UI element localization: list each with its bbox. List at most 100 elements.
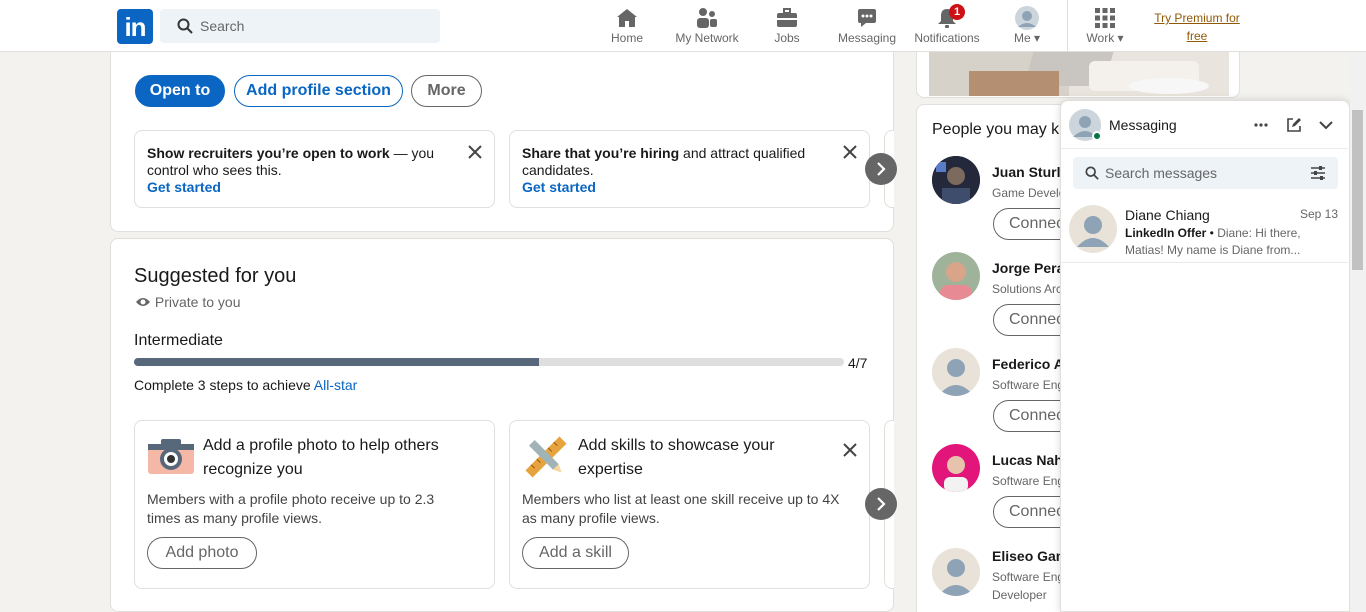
pymk-title-text: Software Eng <box>992 474 1065 488</box>
linkedin-logo[interactable]: in <box>117 9 153 44</box>
grid-icon <box>1095 8 1115 28</box>
hiring-text: Share that you’re hiring and attract qua… <box>522 145 822 196</box>
premium-line-1: Try Premium for <box>1154 11 1240 25</box>
more-options-icon[interactable] <box>1253 117 1269 133</box>
messaging-header[interactable]: Messaging <box>1061 101 1351 149</box>
avatar[interactable] <box>932 348 980 396</box>
profile-strength-fill <box>134 358 539 366</box>
close-icon[interactable] <box>467 144 483 160</box>
global-search[interactable] <box>160 9 440 43</box>
profile-strength-bar <box>134 358 844 366</box>
ruler-pencil-icon <box>525 436 567 478</box>
nav-me-label: Me <box>1013 31 1031 45</box>
chevron-right-icon <box>877 162 886 176</box>
skills-suggestion-title: Add skills to showcase your expertise <box>578 437 775 478</box>
nav-my-network[interactable]: My Network <box>667 0 747 52</box>
nav-notifications-label: Notifications <box>914 31 980 45</box>
close-icon[interactable] <box>842 144 858 160</box>
pymk-title-text: Software Eng <box>992 378 1065 392</box>
open-to-work-text: Show recruiters you’re open to work — yo… <box>147 145 447 196</box>
conversation-item[interactable]: Diane Chiang Sep 13 LinkedIn Offer • Dia… <box>1061 199 1351 263</box>
chevron-down-icon[interactable] <box>1318 117 1334 133</box>
add-photo-button[interactable]: Add photo <box>147 537 257 569</box>
pymk-name[interactable]: Jorge Peral <box>992 260 1068 276</box>
page-scrollbar[interactable] <box>1350 52 1366 612</box>
get-started-link[interactable]: Get started <box>522 179 596 195</box>
more-button[interactable]: More <box>411 75 482 107</box>
nav-jobs-label: Jobs <box>774 31 800 45</box>
level-label: Intermediate <box>134 332 223 349</box>
open-to-button[interactable]: Open to <box>135 75 225 107</box>
premium-line-2: free <box>1186 29 1208 43</box>
pymk-name[interactable]: Juan Sturla <box>992 164 1068 180</box>
privacy-label-wrap: Private to you <box>135 294 241 310</box>
nav-home[interactable]: Home <box>597 0 657 52</box>
suggestions-next-button[interactable] <box>865 488 897 520</box>
avatar[interactable] <box>932 156 980 204</box>
conversation-date: Sep 13 <box>1299 207 1338 221</box>
nav-work-label-wrap: Work ▾ <box>1078 31 1132 45</box>
nav-messaging[interactable]: Messaging <box>832 0 902 52</box>
nav-work-label: Work <box>1086 31 1115 45</box>
avatar[interactable] <box>932 548 980 596</box>
messaging-search-input[interactable] <box>1105 157 1305 189</box>
search-icon <box>177 18 193 34</box>
carousel-next-button[interactable] <box>865 153 897 185</box>
filter-icon[interactable] <box>1310 166 1326 180</box>
pymk-title-text: Game Develo <box>992 186 1066 200</box>
network-icon <box>697 8 717 28</box>
all-star-link[interactable]: All-star <box>314 377 358 393</box>
close-icon[interactable] <box>842 442 858 458</box>
messaging-search[interactable] <box>1073 157 1338 189</box>
notification-badge: 1 <box>949 4 965 20</box>
progress-label: 4/7 <box>848 355 868 371</box>
top-navbar: in Home My Network Jobs Messaging 1 Noti… <box>0 0 1366 52</box>
home-icon <box>617 9 637 27</box>
scrollbar-thumb[interactable] <box>1352 110 1363 270</box>
nav-my-network-label: My Network <box>675 31 739 45</box>
online-status-dot <box>1092 131 1102 141</box>
add-profile-section-button[interactable]: Add profile section <box>234 75 403 107</box>
add-skill-button[interactable]: Add a skill <box>522 537 629 569</box>
nav-jobs[interactable]: Jobs <box>757 0 817 52</box>
skills-suggestion-desc: Members who list at least one skill rece… <box>522 491 840 526</box>
photo-suggestion-desc: Members with a profile photo receive up … <box>147 491 435 526</box>
nav-work[interactable]: Work ▾ <box>1078 0 1132 52</box>
conversation-name: Diane Chiang <box>1125 207 1210 223</box>
avatar <box>1069 205 1117 253</box>
complete-steps-prefix: Complete 3 steps to achieve <box>134 377 314 393</box>
conversation-sender: LinkedIn Offer <box>1125 226 1207 240</box>
avatar[interactable] <box>932 252 980 300</box>
nav-notifications[interactable]: 1 Notifications <box>907 0 987 52</box>
open-to-work-card: Show recruiters you’re open to work — yo… <box>134 130 495 208</box>
pymk-name[interactable]: Eliseo Gam <box>992 548 1068 564</box>
privacy-label: Private to you <box>154 294 241 310</box>
nav-me-label-wrap: Me ▾ <box>1000 31 1054 45</box>
eye-icon <box>136 298 150 306</box>
avatar[interactable] <box>932 444 980 492</box>
suggestion-card-skills: Add skills to showcase your expertise Me… <box>509 420 870 589</box>
chevron-right-icon <box>877 497 886 511</box>
pymk-name[interactable]: Federico A <box>992 356 1064 372</box>
caret-down-icon: ▾ <box>1117 31 1124 45</box>
pymk-title-text: Software Eng <box>992 570 1065 584</box>
chat-icon <box>858 9 876 27</box>
pymk-title-text-2: Developer <box>992 588 1047 602</box>
pymk-title-text: Solutions Arc <box>992 282 1063 296</box>
messaging-overlay: Messaging Diane Chiang Sep 13 LinkedIn O… <box>1060 100 1351 612</box>
try-premium-link[interactable]: Try Premium for free <box>1147 9 1247 45</box>
nav-me[interactable]: Me ▾ <box>1000 0 1054 52</box>
conversation-separator: • <box>1206 226 1218 240</box>
hiring-card: Share that you’re hiring and attract qua… <box>509 130 870 208</box>
compose-icon[interactable] <box>1286 117 1302 133</box>
search-icon <box>1085 166 1099 180</box>
search-input[interactable] <box>200 9 430 43</box>
suggestion-card-photo: Add a profile photo to help others recog… <box>134 420 495 589</box>
briefcase-icon <box>777 8 797 27</box>
avatar <box>1015 6 1039 30</box>
nav-home-label: Home <box>610 31 643 45</box>
conversation-preview-wrap: LinkedIn Offer • Diane: Hi there, Matias… <box>1125 225 1310 259</box>
nav-messaging-label: Messaging <box>837 31 897 45</box>
suggested-title: Suggested for you <box>134 265 297 287</box>
get-started-link[interactable]: Get started <box>147 179 221 195</box>
